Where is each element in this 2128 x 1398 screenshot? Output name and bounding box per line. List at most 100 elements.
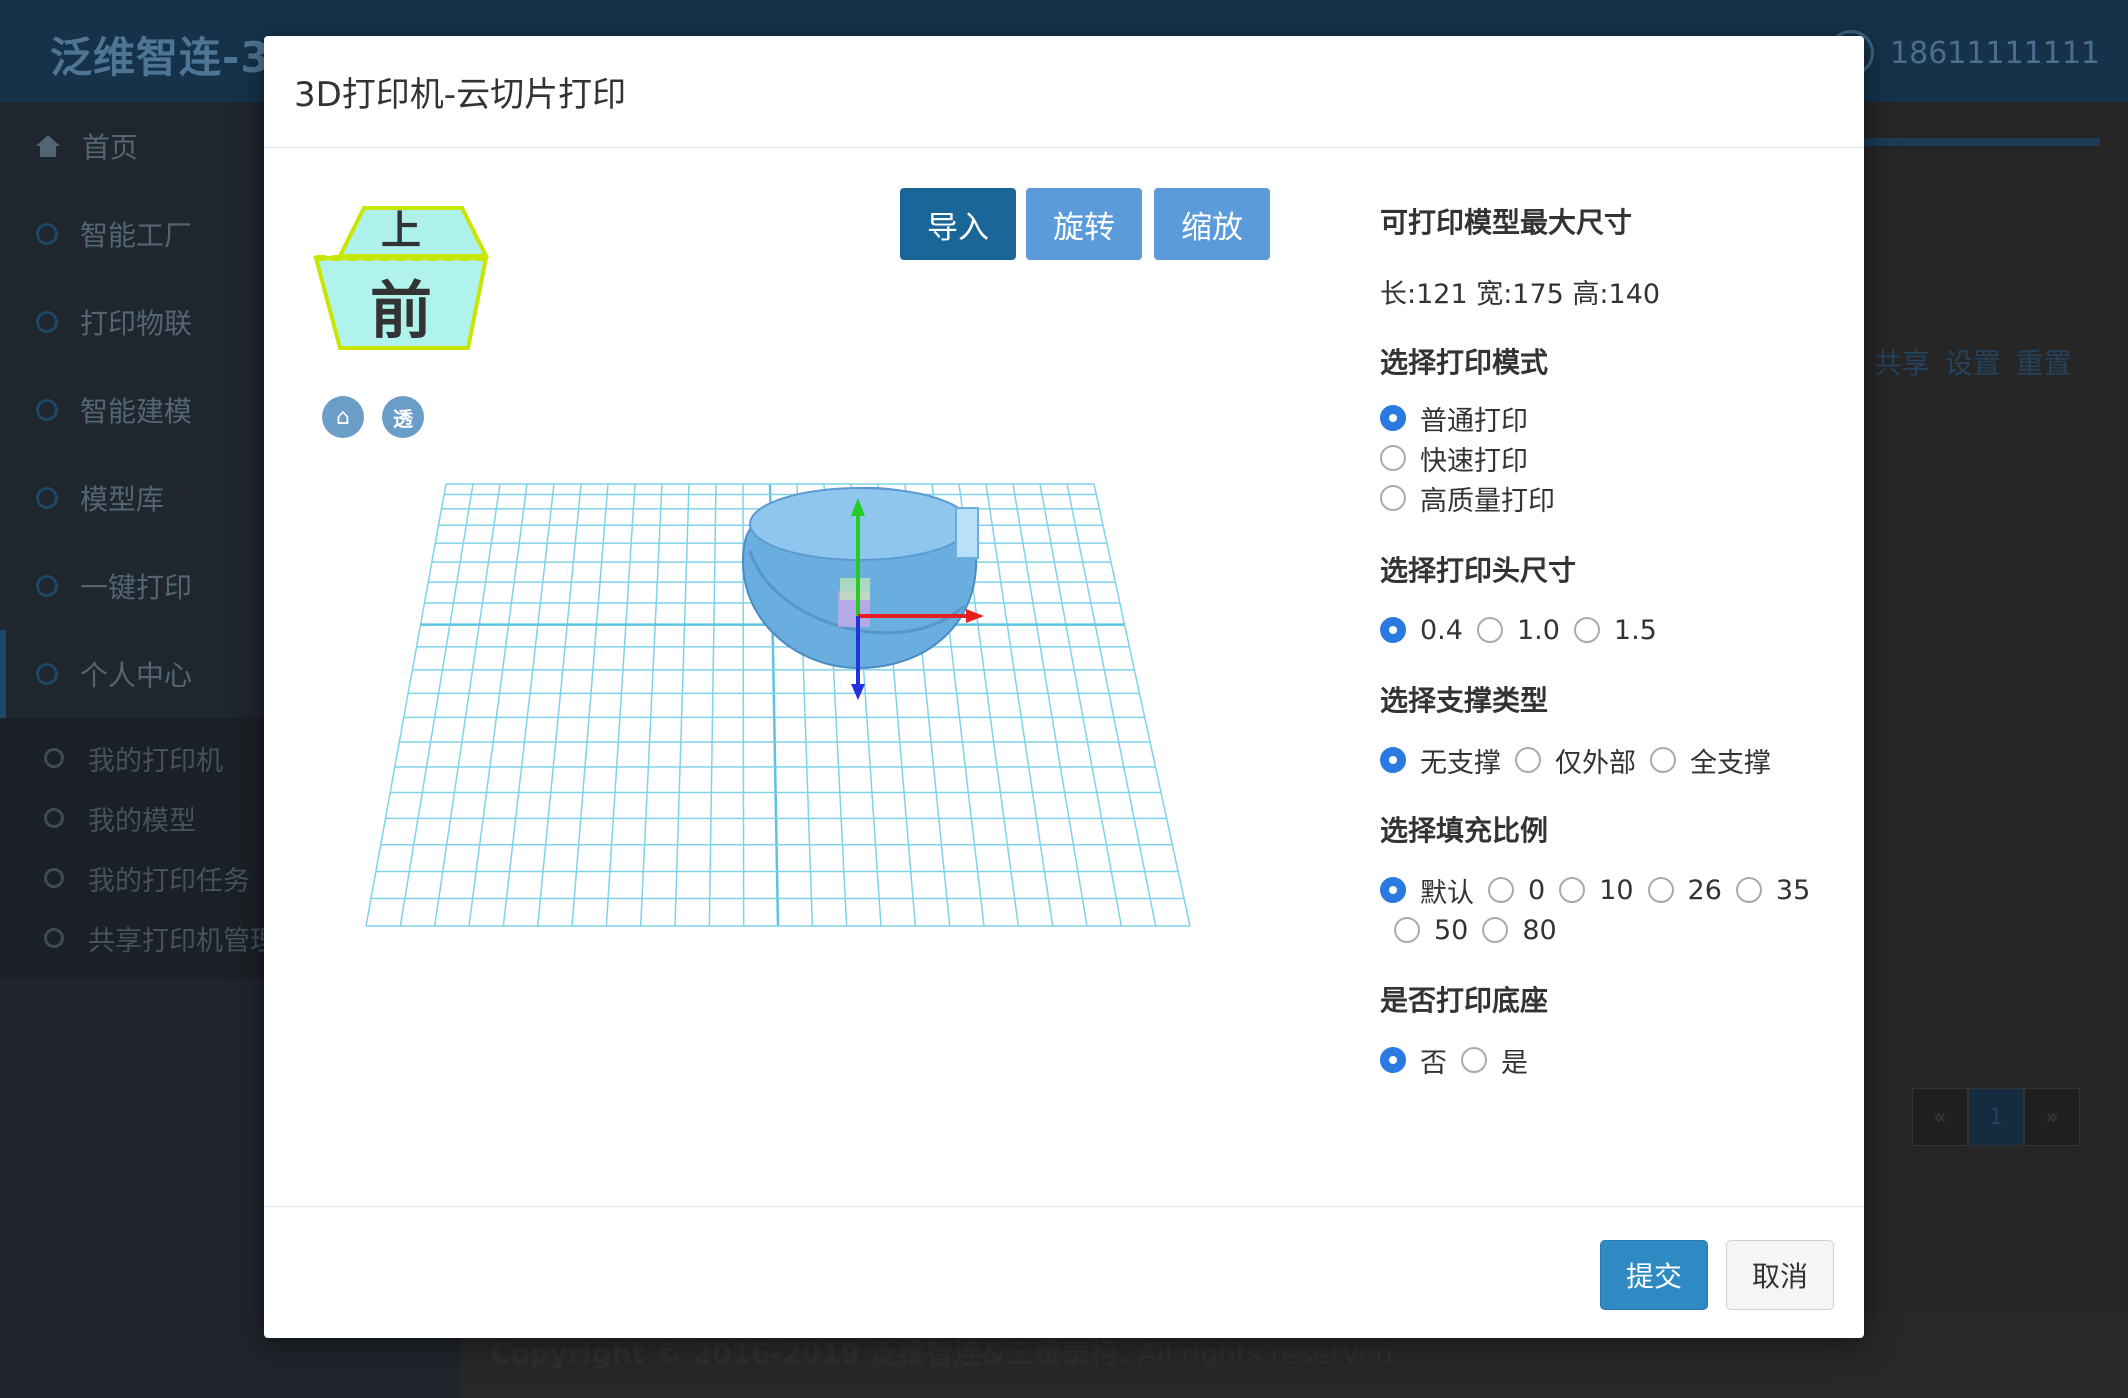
infill-80[interactable]: 80: [1482, 910, 1557, 950]
grid-line: [433, 483, 501, 927]
sidebar-subitem-label: 我的打印机: [88, 745, 223, 777]
pagination: « 1 »: [1912, 1088, 2080, 1146]
grid-line: [1012, 483, 1088, 927]
infill-default[interactable]: 默认: [1380, 870, 1474, 910]
circle-icon: [36, 311, 58, 333]
infill-50[interactable]: 50: [1394, 910, 1468, 950]
radio-icon[interactable]: [1488, 877, 1514, 903]
print-settings-panel: 可打印模型最大尺寸 长:121 宽:175 高:140 选择打印模式 普通打印 …: [1380, 186, 1850, 1094]
radio-icon[interactable]: [1515, 747, 1541, 773]
radio-label: 全支撑: [1690, 747, 1771, 779]
radio-icon[interactable]: [1559, 877, 1586, 903]
view-cube[interactable]: 上 前: [304, 206, 494, 366]
view-cube-top-label: 上: [381, 207, 421, 254]
sidebar-subitem-label: 共享打印机管理: [88, 925, 277, 957]
radio-selected-icon[interactable]: [1380, 617, 1406, 643]
grid-line: [674, 483, 690, 927]
grid-line: [605, 483, 636, 927]
radio-icon[interactable]: [1735, 877, 1762, 903]
grid-line: [468, 483, 528, 927]
radio-label: 1.0: [1516, 614, 1560, 646]
radio-label: 50: [1434, 914, 1469, 946]
circle-icon: [36, 575, 58, 597]
grid-line: [399, 483, 474, 927]
support-type-title: 选择支撑类型: [1380, 684, 1549, 717]
copyright-text: Copyright © 2016-2019 泛维智连&三维泰柯. All rig…: [490, 1332, 1402, 1372]
sidebar-subitem-label: 我的模型: [88, 805, 196, 837]
print-base-group: 否 是: [1380, 1034, 1840, 1094]
view-cube-front-label: 前: [370, 274, 432, 347]
print-base-yes[interactable]: 是: [1461, 1040, 1528, 1080]
nozzle-1-0[interactable]: 1.0: [1476, 610, 1560, 650]
nozzle-1-5[interactable]: 1.5: [1573, 610, 1657, 650]
support-full[interactable]: 全支撑: [1650, 740, 1771, 780]
radio-selected-icon[interactable]: [1380, 747, 1406, 773]
sidebar-item-label: 一键打印: [80, 571, 193, 604]
pagination-prev[interactable]: «: [1912, 1088, 1968, 1146]
radio-label: 0.4: [1420, 614, 1463, 646]
radio-label: 快速打印: [1420, 445, 1528, 477]
grid-line: [502, 483, 555, 927]
dialog-title: 3D打印机-云切片打印: [294, 75, 627, 115]
sidebar-item-label: 智能建模: [80, 395, 193, 428]
radio-label: 26: [1687, 874, 1722, 906]
sidebar-item-label: 个人中心: [80, 659, 193, 692]
radio-icon[interactable]: [1461, 1047, 1487, 1073]
pagination-next[interactable]: »: [2024, 1088, 2080, 1146]
radio-icon[interactable]: [1394, 917, 1420, 943]
radio-label: 10: [1599, 874, 1634, 906]
grid-line: [571, 483, 609, 927]
sidebar-item-label: 首页: [82, 131, 139, 164]
reset-view-home-icon[interactable]: ⌂: [322, 396, 364, 438]
radio-label: 35: [1775, 874, 1811, 906]
radio-icon[interactable]: [1573, 617, 1600, 643]
max-size-title: 可打印模型最大尺寸: [1380, 206, 1633, 239]
support-none[interactable]: 无支撑: [1380, 740, 1501, 780]
grid-line: [365, 483, 447, 927]
radio-icon[interactable]: [1380, 445, 1406, 471]
infill-ratio-title: 选择填充比例: [1380, 814, 1549, 847]
circle-icon: [44, 748, 64, 768]
radio-selected-icon[interactable]: [1380, 1047, 1406, 1073]
model-3d-viewer[interactable]: 上 前 ⌂ 透: [304, 206, 1244, 966]
radio-label: 否: [1420, 1047, 1447, 1079]
print-mode-normal[interactable]: 普通打印: [1380, 398, 1850, 438]
radio-label: 高质量打印: [1420, 485, 1555, 517]
radio-label: 仅外部: [1555, 747, 1636, 779]
print-mode-fast[interactable]: 快速打印: [1380, 438, 1850, 478]
infill-35[interactable]: 35: [1735, 870, 1811, 910]
radio-label: 无支撑: [1420, 747, 1501, 779]
circle-icon: [44, 868, 64, 888]
grid-line: [985, 483, 1054, 927]
circle-icon: [44, 808, 64, 828]
print-base-no[interactable]: 否: [1380, 1040, 1447, 1080]
circle-icon: [36, 663, 58, 685]
nozzle-size-title: 选择打印头尺寸: [1380, 554, 1577, 587]
infill-10[interactable]: 10: [1559, 870, 1634, 910]
support-external-only[interactable]: 仅外部: [1515, 740, 1636, 780]
print-mode-high-quality[interactable]: 高质量打印: [1380, 478, 1850, 518]
radio-icon[interactable]: [1380, 485, 1406, 511]
infill-26[interactable]: 26: [1647, 870, 1722, 910]
grid-line: [708, 483, 717, 927]
pagination-page[interactable]: 1: [1968, 1088, 2024, 1146]
radio-icon[interactable]: [1476, 617, 1503, 643]
radio-icon[interactable]: [1647, 877, 1674, 903]
sidebar-item-label: 打印物联: [80, 307, 193, 340]
nozzle-0-4[interactable]: 0.4: [1380, 610, 1463, 650]
print-base-title: 是否打印底座: [1380, 984, 1549, 1017]
table-action-links[interactable]: 共享 设置 重置: [1874, 342, 2072, 382]
radio-selected-icon[interactable]: [1380, 405, 1406, 431]
user-menu[interactable]: 18611111111: [1828, 30, 2100, 76]
cancel-button[interactable]: 取消: [1726, 1240, 1834, 1310]
grid-line: [639, 483, 663, 927]
radio-selected-icon[interactable]: [1380, 877, 1406, 903]
radio-icon[interactable]: [1650, 747, 1676, 773]
grid-line: [536, 483, 582, 927]
submit-button[interactable]: 提交: [1600, 1240, 1708, 1310]
print-mode-group: 普通打印 快速打印 高质量打印: [1380, 396, 1850, 534]
transparency-toggle-icon[interactable]: 透: [382, 396, 424, 438]
infill-0[interactable]: 0: [1488, 870, 1545, 910]
radio-icon[interactable]: [1482, 917, 1509, 943]
radio-label: 80: [1522, 914, 1557, 946]
